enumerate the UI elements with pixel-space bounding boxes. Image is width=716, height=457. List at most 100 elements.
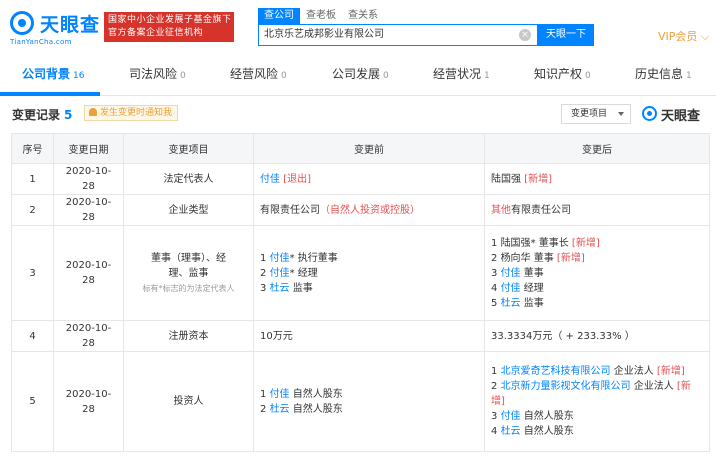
item-line: 理、监事	[168, 267, 209, 279]
person-link[interactable]: 付佳	[260, 174, 280, 185]
tab-company-development[interactable]: 公司发展 0	[332, 56, 389, 96]
cell-date: 2020-10-28	[53, 163, 124, 195]
person-link[interactable]: 付佳	[501, 411, 521, 422]
company-type: 有限责任公司	[260, 204, 320, 216]
person-link[interactable]: 付佳	[501, 268, 521, 279]
role-text: 自然人股东	[520, 426, 574, 437]
header-seq: 序号	[11, 133, 54, 164]
removed-text: （自然人投资或控股）	[320, 204, 420, 216]
cell-date: 2020-10-28	[53, 225, 124, 321]
line-number: 2	[260, 267, 267, 279]
badge-line-1: 国家中小企业发展子基金旗下	[108, 15, 230, 25]
tab-count: 0	[180, 71, 186, 81]
tab-label: 经营状况	[433, 67, 482, 81]
line-number: 2	[491, 252, 498, 264]
person-link[interactable]: 杜云	[270, 283, 290, 294]
line-number: 1	[491, 237, 498, 249]
cell-seq: 1	[11, 163, 54, 195]
cell-date: 2020-10-28	[53, 320, 124, 352]
line-number: 1	[491, 366, 498, 377]
added-text: 其他	[491, 204, 511, 216]
list-item: 2 付佳* 经理	[260, 266, 478, 281]
tab-count: 0	[585, 71, 591, 81]
company-link[interactable]: 北京爱奇艺科技有限公司	[501, 366, 611, 377]
cell-seq: 2	[11, 194, 54, 226]
search-input[interactable]: 北京乐艺成邦影业有限公司 ×	[258, 24, 538, 46]
cell-item: 企业类型	[123, 194, 254, 226]
tab-count: 0	[281, 71, 287, 81]
tianyancha-watermark: 天眼查	[640, 103, 710, 125]
site-logo[interactable]: 天眼查 TianYanCha.com	[10, 8, 100, 48]
person-link[interactable]: 杜云	[501, 298, 521, 309]
notify-me-button[interactable]: 发生变更时通知我	[84, 105, 179, 121]
person-link[interactable]: 付佳	[270, 389, 290, 400]
cell-before: 付佳 [退出]	[253, 163, 485, 195]
table-row: 3 2020-10-28 董事（理事）、经 理、监事 标有*标志的为法定代表人 …	[11, 225, 710, 321]
vip-member-link[interactable]: VIP会员 ⌵	[658, 28, 709, 44]
cell-before: 1 付佳 自然人股东 2 杜云 自然人股东	[253, 351, 485, 452]
tab-operating-status[interactable]: 经营状况 1	[433, 56, 490, 96]
list-item: 4 付佳 经理	[491, 281, 703, 296]
role-text: 企业法人	[630, 381, 677, 392]
tab-company-background[interactable]: 公司背景 16	[22, 56, 84, 96]
logo-eye-icon	[10, 11, 34, 35]
role-text: 监事	[289, 282, 313, 294]
role-text: 董事	[530, 252, 557, 264]
line-number: 3	[491, 267, 498, 279]
person-link[interactable]: 付佳	[501, 283, 521, 294]
official-badge: 国家中小企业发展子基金旗下 官方备案企业征信机构	[104, 12, 234, 42]
person-link[interactable]: 付佳	[270, 268, 290, 279]
tab-label: 历史信息	[635, 67, 684, 81]
line-number: 1	[260, 388, 267, 400]
logo-text: 天眼查	[40, 14, 101, 36]
status-tag: [新增]	[656, 366, 685, 377]
table-row: 5 2020-10-28 投资人 1 付佳 自然人股东 2 杜云 自然人股东 1…	[11, 351, 710, 452]
line-number: 3	[491, 411, 498, 422]
header-after: 变更后	[484, 133, 710, 164]
list-item: 2 杨向华 董事 [新增]	[491, 251, 703, 266]
tab-label: 公司发展	[332, 67, 381, 81]
role-text: 自然人股东	[289, 388, 343, 400]
header-date: 变更日期	[53, 133, 124, 164]
search-tab-boss[interactable]: 查老板	[306, 8, 336, 24]
list-item: 1 北京爱奇艺科技有限公司 企业法人 [新增]	[491, 364, 703, 379]
change-item-filter[interactable]: 变更项目	[561, 104, 631, 124]
active-tab-indicator	[0, 92, 100, 96]
search-input-value[interactable]: 北京乐艺成邦影业有限公司	[264, 25, 384, 45]
section-count: 5	[64, 108, 73, 122]
tab-intellectual-property[interactable]: 知识产权 0	[534, 56, 591, 96]
company-link[interactable]: 北京新力量影视文化有限公司	[501, 381, 631, 392]
logo-eye-icon	[642, 106, 657, 121]
cell-before: 有限责任公司（自然人投资或控股）	[253, 194, 485, 226]
line-number: 3	[260, 282, 267, 294]
status-tag: [新增]	[556, 252, 585, 264]
header-item: 变更项目	[123, 133, 254, 164]
search-tab-relation[interactable]: 查关系	[348, 8, 378, 24]
tab-history-info[interactable]: 历史信息 1	[635, 56, 692, 96]
cell-after: 其他有限责任公司	[484, 194, 710, 226]
item-note: 标有*标志的为法定代表人	[142, 283, 235, 293]
search-button[interactable]: 天眼一下	[538, 24, 594, 46]
tab-judicial-risk[interactable]: 司法风险 0	[129, 56, 186, 96]
search-tab-company[interactable]: 查公司	[258, 8, 300, 24]
bell-icon	[89, 108, 97, 116]
list-item: 3 付佳 自然人股东	[491, 409, 703, 424]
cell-before: 1 付佳* 执行董事 2 付佳* 经理 3 杜云 监事	[253, 225, 485, 321]
person-link[interactable]: 付佳	[270, 253, 290, 264]
line-number: 2	[491, 381, 498, 392]
person-link[interactable]: 杜云	[270, 404, 290, 415]
person-link[interactable]: 杜云	[501, 426, 521, 437]
cell-seq: 4	[11, 320, 54, 352]
company-type: 有限责任公司	[511, 204, 571, 216]
notify-label: 发生变更时通知我	[100, 108, 173, 118]
tab-label: 司法风险	[129, 67, 178, 81]
tab-operating-risk[interactable]: 经营风险 0	[230, 56, 287, 96]
tab-count: 1	[484, 71, 490, 81]
line-number: 4	[491, 282, 498, 294]
table-row: 4 2020-10-28 注册资本 10万元 33.3334万元（ + 233.…	[11, 320, 710, 352]
header-before: 变更前	[253, 133, 485, 164]
clear-icon[interactable]: ×	[519, 29, 531, 41]
list-item: 1 付佳 自然人股东	[260, 387, 478, 402]
change-records-table: 序号 变更日期 变更项目 变更前 变更后 1 2020-10-28 法定代表人 …	[11, 133, 710, 452]
tab-label: 经营风险	[230, 67, 279, 81]
